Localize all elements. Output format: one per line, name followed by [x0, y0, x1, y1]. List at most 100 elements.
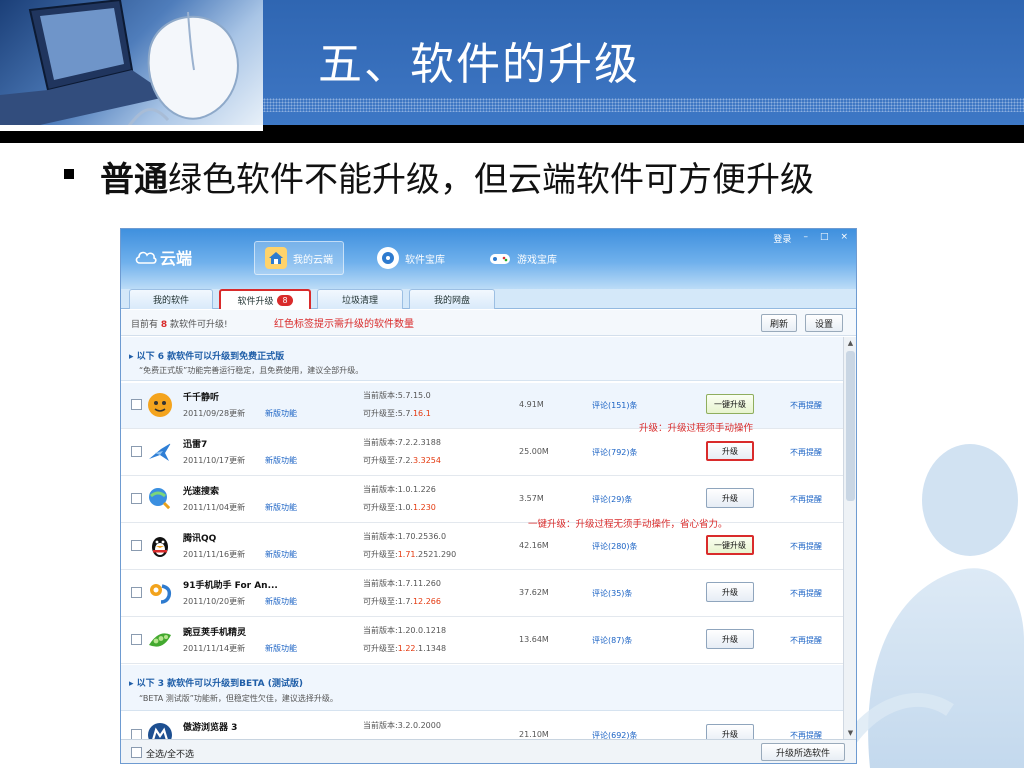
upgrade-count-badge: 8: [277, 294, 293, 306]
tab-junk-cleanup[interactable]: 垃圾清理: [317, 289, 403, 309]
annotation-badge-hint: 红色标签提示需升级的软件数量: [274, 319, 414, 330]
app-update-date: 2011/11/14更新: [183, 644, 246, 653]
new-features-link[interactable]: 新版功能: [265, 549, 297, 560]
close-button[interactable]: ×: [840, 232, 848, 245]
footer-bar: 全选/全不选 升级所选软件: [121, 739, 856, 763]
upgrade-version-prefix: 可升级至:: [363, 550, 398, 559]
mouse-icon: [126, 11, 239, 127]
new-features-link[interactable]: 新版功能: [265, 455, 297, 466]
list-item[interactable]: 迅雷7 2011/10/17更新 新版功能 当前版本:7.2.2.3188 可升…: [121, 430, 843, 476]
refresh-button[interactable]: 刷新: [761, 314, 797, 332]
no-remind-link[interactable]: 不再提醒: [790, 635, 822, 646]
list-item[interactable]: 傲游浏览器 3 当前版本:3.2.0.2000 21.10M 评论(692)条 …: [121, 713, 843, 739]
nav-my-cloud[interactable]: 我的云端: [254, 241, 344, 275]
nav-label: 游戏宝库: [517, 254, 557, 266]
no-remind-link[interactable]: 不再提醒: [790, 541, 822, 552]
row-checkbox[interactable]: [131, 399, 142, 410]
file-size: 21.10M: [519, 730, 549, 739]
comments-link[interactable]: 评论(692)条: [592, 730, 638, 739]
comments-link[interactable]: 评论(29)条: [592, 494, 632, 505]
nav-software-library[interactable]: 软件宝库: [367, 241, 455, 275]
new-features-link[interactable]: 新版功能: [265, 502, 297, 513]
upgrade-button[interactable]: 升级: [706, 629, 754, 649]
no-remind-link[interactable]: 不再提醒: [790, 494, 822, 505]
upgrade-selected-button[interactable]: 升级所选软件: [761, 743, 845, 761]
tab-label: 软件升级: [237, 296, 274, 307]
tab-label: 垃圾清理: [341, 296, 378, 306]
new-features-link[interactable]: 新版功能: [265, 596, 297, 607]
app-name: 豌豆荚手机精灵: [183, 628, 247, 638]
no-remind-link[interactable]: 不再提醒: [790, 447, 822, 458]
app-name: 光速搜索: [183, 487, 220, 497]
one-click-upgrade-button[interactable]: 一键升级: [706, 394, 754, 414]
login-button[interactable]: 登录: [773, 232, 791, 245]
upgrade-button[interactable]: 升级: [706, 582, 754, 602]
row-checkbox[interactable]: [131, 493, 142, 504]
app-name: 91手机助手 For An...: [183, 581, 278, 591]
no-remind-link[interactable]: 不再提醒: [790, 730, 822, 739]
current-version: 当前版本:3.2.0.2000: [363, 721, 441, 730]
row-checkbox[interactable]: [131, 540, 142, 551]
list-item[interactable]: 光速搜索 2011/11/04更新 新版功能 当前版本:1.0.1.226 可升…: [121, 477, 843, 523]
comments-link[interactable]: 评论(280)条: [592, 541, 638, 552]
peapod-icon: [149, 633, 171, 647]
info-suffix: 款软件可升级!: [170, 320, 228, 330]
list-item[interactable]: 腾讯QQ 2011/11/16更新 新版功能 当前版本:1.70.2536.0 …: [121, 524, 843, 570]
current-version: 当前版本:1.70.2536.0: [363, 532, 447, 541]
comments-link[interactable]: 评论(151)条: [592, 400, 638, 411]
info-prefix: 目前有: [131, 320, 159, 330]
tab-software-upgrade[interactable]: 软件升级 8: [219, 289, 311, 309]
window-controls: 登录 – □ ×: [773, 232, 848, 245]
upgrade-version-highlight: 3.3254: [412, 456, 441, 465]
comments-link[interactable]: 评论(792)条: [592, 447, 638, 458]
row-checkbox[interactable]: [131, 729, 142, 739]
section-beta-subtitle: “BETA 测试版”功能新，但稳定性欠佳，建议选择升级。: [139, 694, 338, 703]
upgrade-version: 可升级至:1.22.1.1348: [363, 643, 446, 654]
select-all-label[interactable]: 全选/全不选: [146, 747, 194, 760]
row-checkbox[interactable]: [131, 587, 142, 598]
no-remind-link[interactable]: 不再提醒: [790, 588, 822, 599]
list-item[interactable]: 豌豆荚手机精灵 2011/11/14更新 新版功能 当前版本:1.20.0.12…: [121, 618, 843, 664]
no-remind-link[interactable]: 不再提醒: [790, 400, 822, 411]
upgrade-version-suffix: .1.1348: [415, 644, 447, 653]
app-logo[interactable]: 云端: [135, 245, 192, 269]
ttplayer-icon: [148, 393, 172, 417]
scroll-up-icon[interactable]: ▲: [844, 337, 856, 349]
header-bar-notch: [0, 125, 263, 131]
minimize-button[interactable]: –: [803, 232, 808, 245]
scroll-thumb[interactable]: [846, 351, 855, 501]
upgrade-version-highlight: 16.1: [412, 409, 431, 418]
one-click-upgrade-button[interactable]: 一键升级: [706, 535, 754, 555]
app-name: 腾讯QQ: [183, 534, 217, 544]
settings-button[interactable]: 设置: [805, 314, 843, 332]
list-item[interactable]: 91手机助手 For An... 2011/10/20更新 新版功能 当前版本:…: [121, 571, 843, 617]
current-version: 当前版本:7.2.2.3188: [363, 438, 441, 447]
select-all-checkbox[interactable]: [131, 747, 142, 758]
comments-link[interactable]: 评论(87)条: [592, 635, 632, 646]
scroll-down-icon[interactable]: ▼: [844, 727, 856, 739]
bullet-square-icon: [64, 169, 74, 179]
maximize-button[interactable]: □: [820, 232, 829, 245]
new-features-link[interactable]: 新版功能: [265, 643, 297, 654]
upgrade-button[interactable]: 升级: [706, 488, 754, 508]
decorative-figure: [850, 444, 1024, 768]
upgrade-button[interactable]: 升级: [706, 441, 754, 461]
comments-link[interactable]: 评论(35)条: [592, 588, 632, 599]
row-checkbox[interactable]: [131, 634, 142, 645]
new-features-link[interactable]: 新版功能: [265, 408, 297, 419]
header-dots: [263, 98, 1024, 112]
upgrade-button[interactable]: 升级: [706, 724, 754, 739]
slide-title: 五、软件的升级: [318, 39, 640, 90]
tab-my-software[interactable]: 我的软件: [129, 289, 213, 309]
tab-my-netdisk[interactable]: 我的网盘: [409, 289, 495, 309]
upgrade-version: 可升级至:1.7.12.266: [363, 596, 441, 607]
nav-game-library[interactable]: 游戏宝库: [479, 241, 567, 275]
header-photo: [0, 0, 263, 127]
current-version: 当前版本:1.0.1.226: [363, 485, 436, 494]
list-scrollbar[interactable]: ▲ ▼: [843, 337, 856, 739]
upgrade-version-prefix: 可升级至:5.7.: [363, 409, 413, 418]
row-checkbox[interactable]: [131, 446, 142, 457]
file-size: 25.00M: [519, 447, 549, 456]
app-window: 云端 我的云端 软件宝库 游戏宝库 登录 – □ × 我的软件 软件升级 8 垃…: [120, 228, 857, 764]
upgrade-list: ▸ 以下 6 款软件可以升级到免费正式版 “免费正式版”功能完善运行稳定，且免费…: [121, 337, 843, 739]
